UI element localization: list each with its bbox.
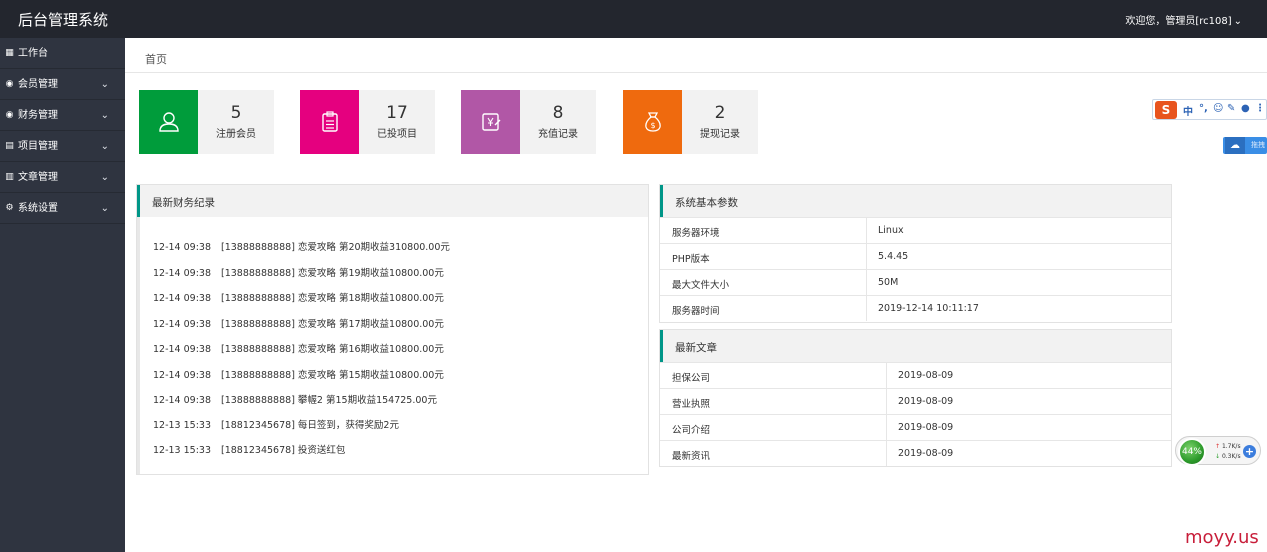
system-params-panel: 系统基本参数 服务器环境 Linux PHP版本 5.4.45 最大文件大小 50M … [659,184,1172,323]
list-item: 12-13 15:33 [18812345678] 每日签到，获得奖励2元 [153,420,399,431]
article-icon: ▥ [5,172,14,182]
latest-articles-panel: 最新文章 担保公司 2019-08-09 营业执照 2019-08-09 公司介绍 2… [659,329,1172,467]
clipboard-icon [321,111,338,132]
user-label: 欢迎您，管理员[rc108] [1125,16,1232,27]
panel-title: 系统基本参数 [675,197,738,209]
memory-usage-gauge: 44% [1178,438,1206,466]
svg-text:$: $ [650,121,655,130]
pen-icon[interactable]: ✎ [1227,103,1235,114]
chevron-down-icon: ⌄ [100,79,109,90]
stat-label: 充值记录 [538,129,578,140]
sidebar-item-label: 项目管理 [18,141,58,152]
stat-card-investments[interactable]: 17 已投项目 [300,90,435,154]
tab-home[interactable]: 首页 [145,51,167,67]
stat-label: 已投项目 [377,129,417,140]
project-icon: ▤ [5,141,14,151]
stat-tile: $ [623,90,682,154]
stat-value: 5 [230,103,242,123]
stat-card-withdrawals[interactable]: $ 2 提现记录 [623,90,758,154]
list-item: 12-13 15:33 [18812345678] 投资送红包 [153,445,346,456]
stat-label: 提现记录 [700,129,740,140]
sidebar-item-projects[interactable]: ▤ 项目管理 ⌄ [0,131,125,162]
top-header: 后台管理系统 欢迎您，管理员[rc108] ⌄ [0,0,1267,38]
table-row: 服务器时间 2019-12-14 10:11:17 [660,295,1171,321]
plus-icon[interactable]: + [1243,445,1256,458]
list-item: 12-14 09:38 [13888888888] 攀幄2 第15期收益15472… [153,395,437,406]
chevron-down-icon: ⌄ [100,141,109,152]
user-menu[interactable]: 欢迎您，管理员[rc108] ⌄ [1125,12,1242,27]
stat-value: 17 [386,103,408,123]
stat-card-members[interactable]: 5 注册会员 [139,90,274,154]
stat-card-recharges[interactable]: 8 充值记录 [461,90,596,154]
stat-label: 注册会员 [216,129,256,140]
sidebar-item-dashboard[interactable]: ▦ 工作台 [0,38,125,69]
ime-mode[interactable]: 中 [1183,103,1193,118]
chevron-down-icon: ⌄ [1233,16,1242,27]
finance-icon: ◉ [5,110,14,120]
money-bag-icon: $ [644,112,661,132]
panel-title: 最新财务纪录 [152,197,215,209]
stat-value: 8 [552,103,564,123]
stat-tile [461,90,520,154]
emoji-icon[interactable]: ☺ [1213,103,1223,114]
microphone-icon[interactable]: ● [1241,103,1250,114]
stat-tile [139,90,198,154]
gear-icon: ⚙ [5,203,14,213]
sidebar: ▦ 工作台 ◉ 会员管理 ⌄ ◉ 财务管理 ⌄ ▤ 项目管理 ⌄ ▥ 文章管理 … [0,38,125,552]
punctuation-icon[interactable]: °, [1199,103,1208,114]
download-speed: ↓ 0.3K/s [1215,453,1241,460]
cloud-label: 拖拽 [1251,141,1265,149]
table-row[interactable]: 公司介绍 2019-08-09 [660,414,1171,440]
sidebar-item-label: 财务管理 [18,110,58,121]
sidebar-item-label: 文章管理 [18,172,58,183]
list-item: 12-14 09:38 [13888888888] 恋爱攻略 第20期收益3108… [153,242,450,253]
sidebar-item-articles[interactable]: ▥ 文章管理 ⌄ [0,162,125,193]
table-row[interactable]: 最新资讯 2019-08-09 [660,440,1171,466]
panel-header: 最新文章 [660,330,1171,362]
sidebar-item-label: 会员管理 [18,79,58,90]
sidebar-item-settings[interactable]: ⚙ 系统设置 ⌄ [0,193,125,224]
stat-value: 2 [714,103,726,123]
table-row: PHP版本 5.4.45 [660,243,1171,269]
list-item: 12-14 09:38 [13888888888] 恋爱攻略 第19期收益1080… [153,268,444,279]
panel-header: 最新财务纪录 [137,185,648,217]
grid-icon[interactable]: ⋮ [1255,103,1265,114]
table-row: 最大文件大小 50M [660,269,1171,295]
user-icon [158,112,179,132]
network-speed-widget[interactable]: 44% ↑ 1.7K/s ↓ 0.3K/s + [1175,436,1261,466]
list-item: 12-14 09:38 [13888888888] 恋爱攻略 第16期收益1080… [153,344,444,355]
cloud-drag-button[interactable]: ☁ 拖拽 [1223,137,1267,154]
panel-title: 最新文章 [675,342,717,354]
ime-logo-icon[interactable]: S [1155,101,1177,119]
table-row: 服务器环境 Linux [660,217,1171,243]
list-item: 12-14 09:38 [13888888888] 恋爱攻略 第18期收益1080… [153,293,444,304]
chevron-down-icon: ⌄ [100,110,109,121]
table-row[interactable]: 担保公司 2019-08-09 [660,362,1171,388]
cloud-icon: ☁ [1225,137,1245,154]
app-title: 后台管理系统 [18,11,109,29]
breadcrumb: 首页 [125,38,1267,73]
chevron-down-icon: ⌄ [100,203,109,214]
ime-toolbar[interactable]: S 中 °, ☺ ✎ ● ⋮ [1152,99,1267,120]
sidebar-item-label: 工作台 [18,48,48,59]
dashboard-icon: ▦ [5,48,14,58]
list-item: 12-14 09:38 [13888888888] 恋爱攻略 第15期收益1080… [153,370,444,381]
panel-header: 系统基本参数 [660,185,1171,217]
stat-tile [300,90,359,154]
sidebar-item-label: 系统设置 [18,203,58,214]
list-item: 12-14 09:38 [13888888888] 恋爱攻略 第17期收益1080… [153,319,444,330]
panel-left-rule [137,217,140,474]
upload-speed: ↑ 1.7K/s [1215,443,1241,450]
recharge-icon [481,113,500,131]
chevron-down-icon: ⌄ [100,172,109,183]
watermark: moyy.us [1185,527,1259,548]
finance-records-panel: 最新财务纪录 12-14 09:38 [13888888888] 恋爱攻略 第20… [136,184,649,475]
user-icon: ◉ [5,79,14,89]
table-row[interactable]: 营业执照 2019-08-09 [660,388,1171,414]
sidebar-item-members[interactable]: ◉ 会员管理 ⌄ [0,69,125,100]
sidebar-item-finance[interactable]: ◉ 财务管理 ⌄ [0,100,125,131]
